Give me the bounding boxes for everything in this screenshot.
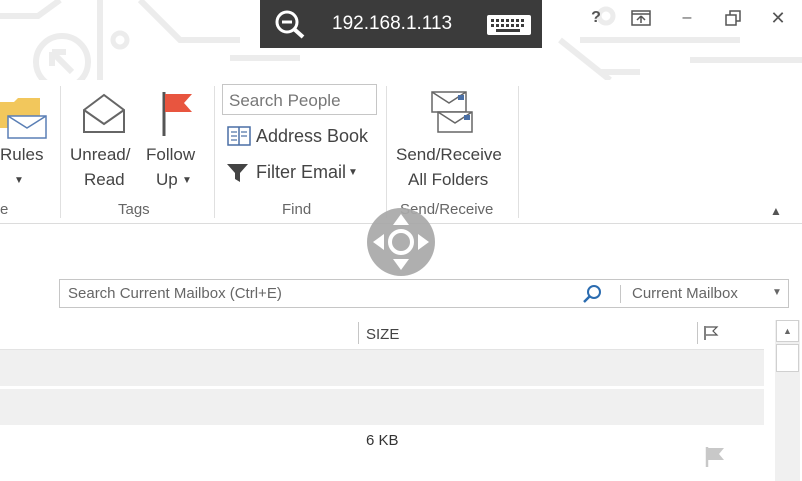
pan-control-icon[interactable] [367,208,435,276]
help-button[interactable]: ? [584,4,608,32]
ribbon: Rules ▼ e Unread/ Read Follow Up ▼ Tags … [0,80,802,224]
group-divider [518,86,519,218]
collapse-ribbon-icon[interactable]: ▲ [770,204,782,218]
follow-up-label-line1: Follow [146,145,196,164]
address-book-button[interactable]: Address Book [224,122,374,150]
unread-read-button[interactable]: Unread/ Read [66,80,140,195]
zoom-out-icon[interactable] [274,9,308,44]
chevron-down-icon[interactable]: ▼ [772,287,782,298]
group-label-partial: e [0,201,9,218]
scroll-up-button[interactable]: ▲ [776,320,799,342]
table-row[interactable]: 6 KB [0,426,764,481]
follow-up-label-line2: Up [156,170,178,189]
remote-session-bar: 192.168.1.113 [260,0,542,48]
group-divider [386,86,387,218]
flag-icon[interactable] [704,446,726,473]
rules-label: Rules [0,145,44,164]
address-book-icon [226,125,252,152]
search-current-mailbox-input[interactable]: Search Current Mailbox (Ctrl+E) Current … [59,279,789,308]
search-icon[interactable] [582,284,604,309]
ribbon-display-options-icon[interactable] [628,4,654,32]
search-people-input[interactable]: Search People [222,84,377,115]
rules-icon [0,94,48,145]
group-divider [214,86,215,218]
flag-status-column-icon[interactable] [703,325,719,346]
chevron-down-icon: ▼ [348,167,358,178]
send-receive-all-folders-button[interactable]: Send/Receive All Folders [392,80,516,195]
restore-window-icon[interactable] [720,4,746,32]
unread-read-label-line2: Read [84,170,125,189]
send-receive-icon [428,90,476,141]
close-button[interactable]: ✕ [764,4,792,32]
group-label-find: Find [282,201,312,218]
group-divider [60,86,61,218]
filter-email-label: Filter Email [256,162,347,182]
address-book-label: Address Book [256,126,369,146]
search-mailbox-placeholder: Search Current Mailbox (Ctrl+E) [68,285,282,302]
keyboard-icon[interactable] [486,14,532,41]
row-size: 6 KB [366,432,399,449]
table-row[interactable] [0,389,764,425]
mailbox-scope-dropdown[interactable]: Current Mailbox [632,285,738,302]
message-list-header: SIZE [0,318,764,350]
chevron-down-icon: ▼ [14,175,24,186]
vertical-scrollbar[interactable]: ▲ [775,320,800,481]
filter-icon [226,162,250,189]
unread-read-label-line1: Unread/ [70,145,131,164]
column-divider [358,322,359,344]
rules-button[interactable]: Rules ▼ [0,80,50,195]
envelope-open-icon [82,92,126,139]
flag-icon [160,90,194,143]
send-receive-label-line2: All Folders [408,170,489,189]
scroll-thumb[interactable] [776,344,799,372]
filter-email-button[interactable]: Filter Email ▼ [224,158,374,186]
column-header-size[interactable]: SIZE [366,326,399,343]
send-receive-label-line1: Send/Receive [396,145,502,164]
table-row[interactable] [0,350,764,386]
follow-up-button[interactable]: Follow Up ▼ [142,80,206,195]
group-label-tags: Tags [118,201,150,218]
remote-ip-address: 192.168.1.113 [332,13,453,34]
title-bar: 192.168.1.113 ? – ✕ [0,0,802,80]
scope-divider [620,285,621,303]
minimize-button[interactable]: – [674,4,700,32]
column-divider [697,322,698,344]
chevron-down-icon: ▼ [182,175,192,186]
